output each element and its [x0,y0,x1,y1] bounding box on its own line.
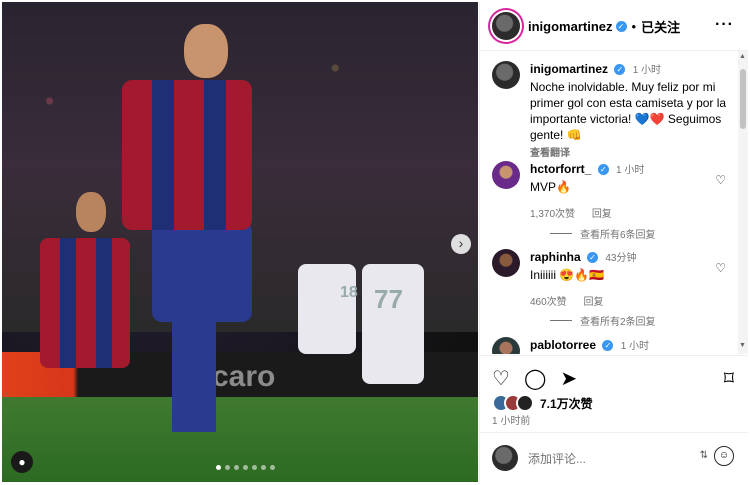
player-main-leg [172,312,216,432]
add-comment-bar: 添加评论... ⇅ ☺ [480,432,748,483]
comment-time: 1 小时 [616,165,645,176]
avatar[interactable] [492,161,520,189]
author-username[interactable]: inigomartinez [528,19,613,34]
verified-icon: ✓ [614,64,626,75]
heart-icon[interactable]: ♡ [715,261,726,275]
reply-button[interactable]: 回复 [592,209,612,220]
side-panel: inigomartinez ✓ • 已关注 ··· inigomartinez … [479,2,748,482]
avatar[interactable] [492,61,520,89]
more-icon[interactable]: ··· [715,16,734,34]
comments-list: inigomartinez ✓ 1 小时 Noche inolvidable. … [480,51,740,354]
separator: • [631,18,637,34]
player-main-shorts [152,222,252,322]
avatar[interactable] [492,12,520,40]
carousel-dot[interactable] [243,465,248,470]
reply-button[interactable]: 回复 [583,297,603,308]
likes-count[interactable]: 7.1万次赞 [540,395,593,412]
player-left-shirt [40,238,130,368]
player-left-head [76,192,106,232]
carousel-dot[interactable] [234,465,239,470]
heart-icon[interactable]: ♡ [492,366,510,391]
share-icon[interactable]: ➤ [560,366,577,391]
carousel-dot[interactable] [216,465,221,470]
comment-text: MVP🔥 [530,180,571,194]
verified-icon: ✓ [587,252,599,263]
comment-likes[interactable]: 460次赞 [530,297,567,308]
action-bar: ♡ ◯ ➤ ⌑ 7.1万次赞 1 小时前 [480,355,748,427]
verified-icon: ✓ [602,340,614,351]
comment-likes[interactable]: 1,370次赞 [530,209,575,220]
sort-icon[interactable]: ⇅ [700,450,708,461]
verified-icon: ✓ [597,164,609,175]
likes-summary[interactable]: 7.1万次赞 [492,394,593,412]
arrow-right-icon[interactable]: › [451,234,471,254]
avatar [492,445,518,471]
player-main-head [184,24,228,78]
heart-icon[interactable]: ♡ [715,173,726,187]
caption-time: 1 小时 [632,65,662,76]
scroll-up-icon[interactable]: ▲ [739,53,746,60]
carousel-dot[interactable] [270,465,275,470]
comment-input[interactable]: 添加评论... [528,450,586,467]
scrollbar[interactable]: ▲ ▼ [738,51,748,354]
post-header: inigomartinez ✓ • 已关注 ··· [480,2,748,51]
carousel-dots [216,465,275,470]
bookmark-icon[interactable]: ⌑ [724,366,734,391]
scroll-down-icon[interactable]: ▼ [739,342,746,349]
translate-link[interactable]: 查看翻译 [530,148,570,159]
player-main-shirt [122,80,252,230]
posted-ago: 1 小时前 [492,416,531,427]
comment-icon[interactable]: ◯ [524,366,546,391]
opponent-number: 77 [374,284,403,314]
view-replies[interactable]: 查看所有6条回复 [550,226,656,241]
view-replies[interactable]: 查看所有2条回复 [550,313,656,328]
carousel-dot[interactable] [261,465,266,470]
comment-username[interactable]: pablotorree [530,338,596,352]
ad-board-text: caro [212,360,276,393]
follow-button[interactable]: 已关注 [641,17,680,36]
user-tag-icon[interactable]: ● [11,451,33,473]
avatar[interactable] [492,249,520,277]
comment-time: 43分钟 [605,253,637,264]
post-dialog: caro 77 18 › ● inigomartinez ✓ • 已关注 ···… [0,0,750,485]
carousel-dot[interactable] [252,465,257,470]
caption-username[interactable]: inigomartinez [530,62,608,76]
comment-time: 1 小时 [620,341,650,352]
comment-username[interactable]: raphinha [530,250,581,264]
opponent-shirt-1 [298,264,356,354]
comment-username[interactable]: hctorforrt_ [530,162,591,176]
post-photo[interactable]: caro 77 18 › ● [2,2,478,482]
avatar[interactable] [492,337,520,354]
verified-icon: ✓ [615,20,627,32]
comment-text: Iniiiiii 😍🔥🇪🇸 [530,268,605,282]
scroll-thumb[interactable] [740,69,746,129]
carousel-dot[interactable] [225,465,230,470]
opponent-number-2: 18 [340,284,358,301]
opponent-shirt-2 [362,264,424,384]
liker-avatar [516,394,534,412]
caption-text: Noche inolvidable. Muy feliz por mi prim… [530,80,727,142]
emoji-icon[interactable]: ☺ [714,446,734,466]
